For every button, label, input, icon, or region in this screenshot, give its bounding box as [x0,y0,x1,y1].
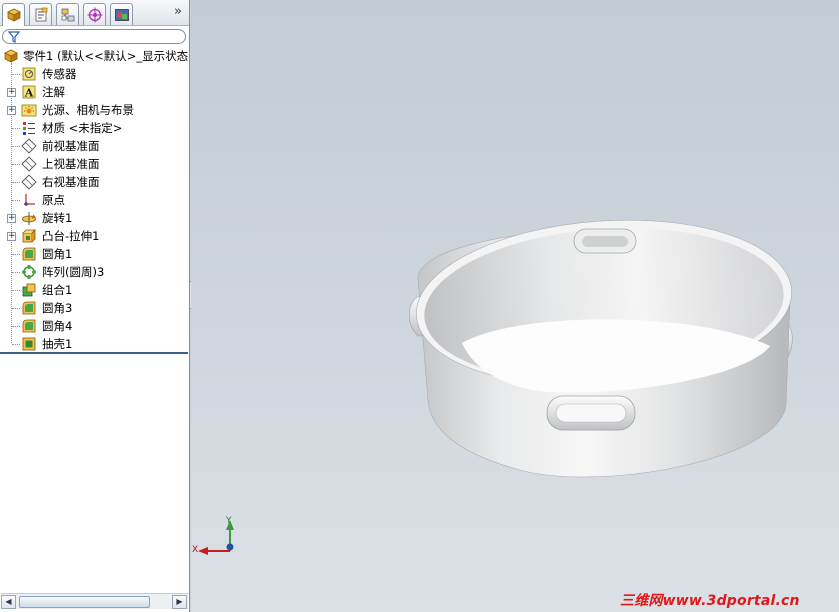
display-manager-icon [115,9,129,21]
expand-tabs-button[interactable]: » [171,5,185,19]
tree-root-part[interactable]: 零件1 (默认<<默认>_显示状态 [0,47,189,65]
material-icon [23,122,35,135]
tree-guide-branch [12,290,20,291]
target-icon [87,7,103,23]
horizontal-scrollbar[interactable]: ◀ ▶ [1,593,188,609]
tree-item-label: 材质 <未指定> [42,121,123,135]
property-manager-tab[interactable] [29,3,52,25]
configuration-manager-tab[interactable] [56,3,79,25]
tree-item[interactable]: + 光源、相机与布景 [0,101,189,119]
tree-item-label: 圆角3 [42,301,73,315]
svg-text:A: A [24,87,34,100]
tree-item[interactable]: 前视基准面 [0,137,189,155]
tree-item[interactable]: 圆角1 [0,245,189,263]
tree-item[interactable]: 圆角4 [0,317,189,335]
tree-item-label: 传感器 [42,67,77,81]
triad-x-label: X [192,545,199,555]
tree-item[interactable]: 传感器 [0,65,189,83]
revolve-icon [22,212,36,225]
tree-filter-input[interactable] [2,29,186,44]
tree-item-label: 前视基准面 [42,139,100,153]
configuration-manager-icon [61,8,75,22]
tree-item[interactable]: 组合1 [0,281,189,299]
fillet-icon [22,319,36,333]
fillet-icon [22,247,36,261]
tree-item-label: 原点 [42,193,65,207]
lights-icon [21,104,37,117]
annotation-icon: A [22,85,36,100]
plane-icon [21,174,37,190]
part-icon [4,49,18,63]
feature-manager-icon [7,8,21,22]
fillet-icon [22,301,36,315]
tree-guide-branch [12,146,20,147]
model-view[interactable] [191,0,839,612]
tree-item[interactable]: 原点 [0,191,189,209]
shell-icon [22,337,36,351]
tree-root-label: 零件1 (默认<<默认>_显示状态 [23,49,189,63]
tree-expand-button[interactable]: + [7,106,16,115]
tree-item-label: 圆角4 [42,319,73,333]
tree-expand-button[interactable]: + [7,214,16,223]
tree-item-label: 凸台-拉伸1 [42,229,100,243]
tree-item[interactable]: 阵列(圆周)3 [0,263,189,281]
tree-guide-branch [12,344,20,345]
tree-item[interactable]: + 旋转1 [0,209,189,227]
scroll-left-button[interactable]: ◀ [1,595,16,609]
tree-guide-branch [12,254,20,255]
tree-guide-branch [12,308,20,309]
tree-guide-branch [12,182,20,183]
dimxpert-manager-tab[interactable] [83,3,106,25]
tree-guide-branch [12,128,20,129]
triad-y-label: Y [226,516,232,526]
tree-item[interactable]: 材质 <未指定> [0,119,189,137]
tree-guide-branch [12,164,20,165]
tree-item-label: 抽壳1 [42,337,73,351]
tree-guide-branch [12,74,20,75]
tree-expand-button[interactable]: + [7,88,16,97]
display-manager-tab[interactable] [110,3,133,25]
tree-item-label: 上视基准面 [42,157,100,171]
tree-item-label: 右视基准面 [42,175,100,189]
tree-item[interactable]: 上视基准面 [0,155,189,173]
tree-item[interactable]: 右视基准面 [0,173,189,191]
extrude-icon [22,229,36,243]
plane-icon [21,138,37,154]
tree-guide-branch [12,272,20,273]
panel-tab-bar: » [0,0,189,26]
tree-item[interactable]: 圆角3 [0,299,189,317]
tree-item-label: 组合1 [42,283,73,297]
filter-icon [8,31,20,43]
watermark: 三维网www.3dportal.cn [620,593,800,609]
feature-manager-panel: » 零件1 (默认<<默认>_显示状态 传感器 + A 注解 + 光源、相机与布景 材质 <… [0,0,190,612]
combine-icon [22,283,36,297]
tree-item-label: 旋转1 [42,211,73,225]
tree-item-label: 圆角1 [42,247,73,261]
tree-expand-button[interactable]: + [7,232,16,241]
tree-guide-branch [12,326,20,327]
tree-item-label: 光源、相机与布景 [42,103,134,117]
tree-item[interactable]: + 凸台-拉伸1 [0,227,189,245]
tree-item-label: 注解 [42,85,65,99]
tree-item-label: 阵列(圆周)3 [42,265,105,279]
tree-item[interactable]: + A 注解 [0,83,189,101]
pot-model[interactable] [408,208,797,478]
tree-item[interactable]: 抽壳1 [0,335,189,353]
feature-manager-tab[interactable] [2,3,25,26]
tree-guide-branch [12,200,20,201]
sensor-icon [22,67,36,81]
origin-icon [24,194,35,206]
graphics-area[interactable]: Y X [191,0,839,612]
circular-pattern-icon [22,265,36,279]
scroll-right-button[interactable]: ▶ [172,595,187,609]
rollback-bar[interactable] [0,352,188,354]
property-manager-icon [35,7,48,22]
plane-icon [21,156,37,172]
scroll-thumb[interactable] [19,596,150,608]
